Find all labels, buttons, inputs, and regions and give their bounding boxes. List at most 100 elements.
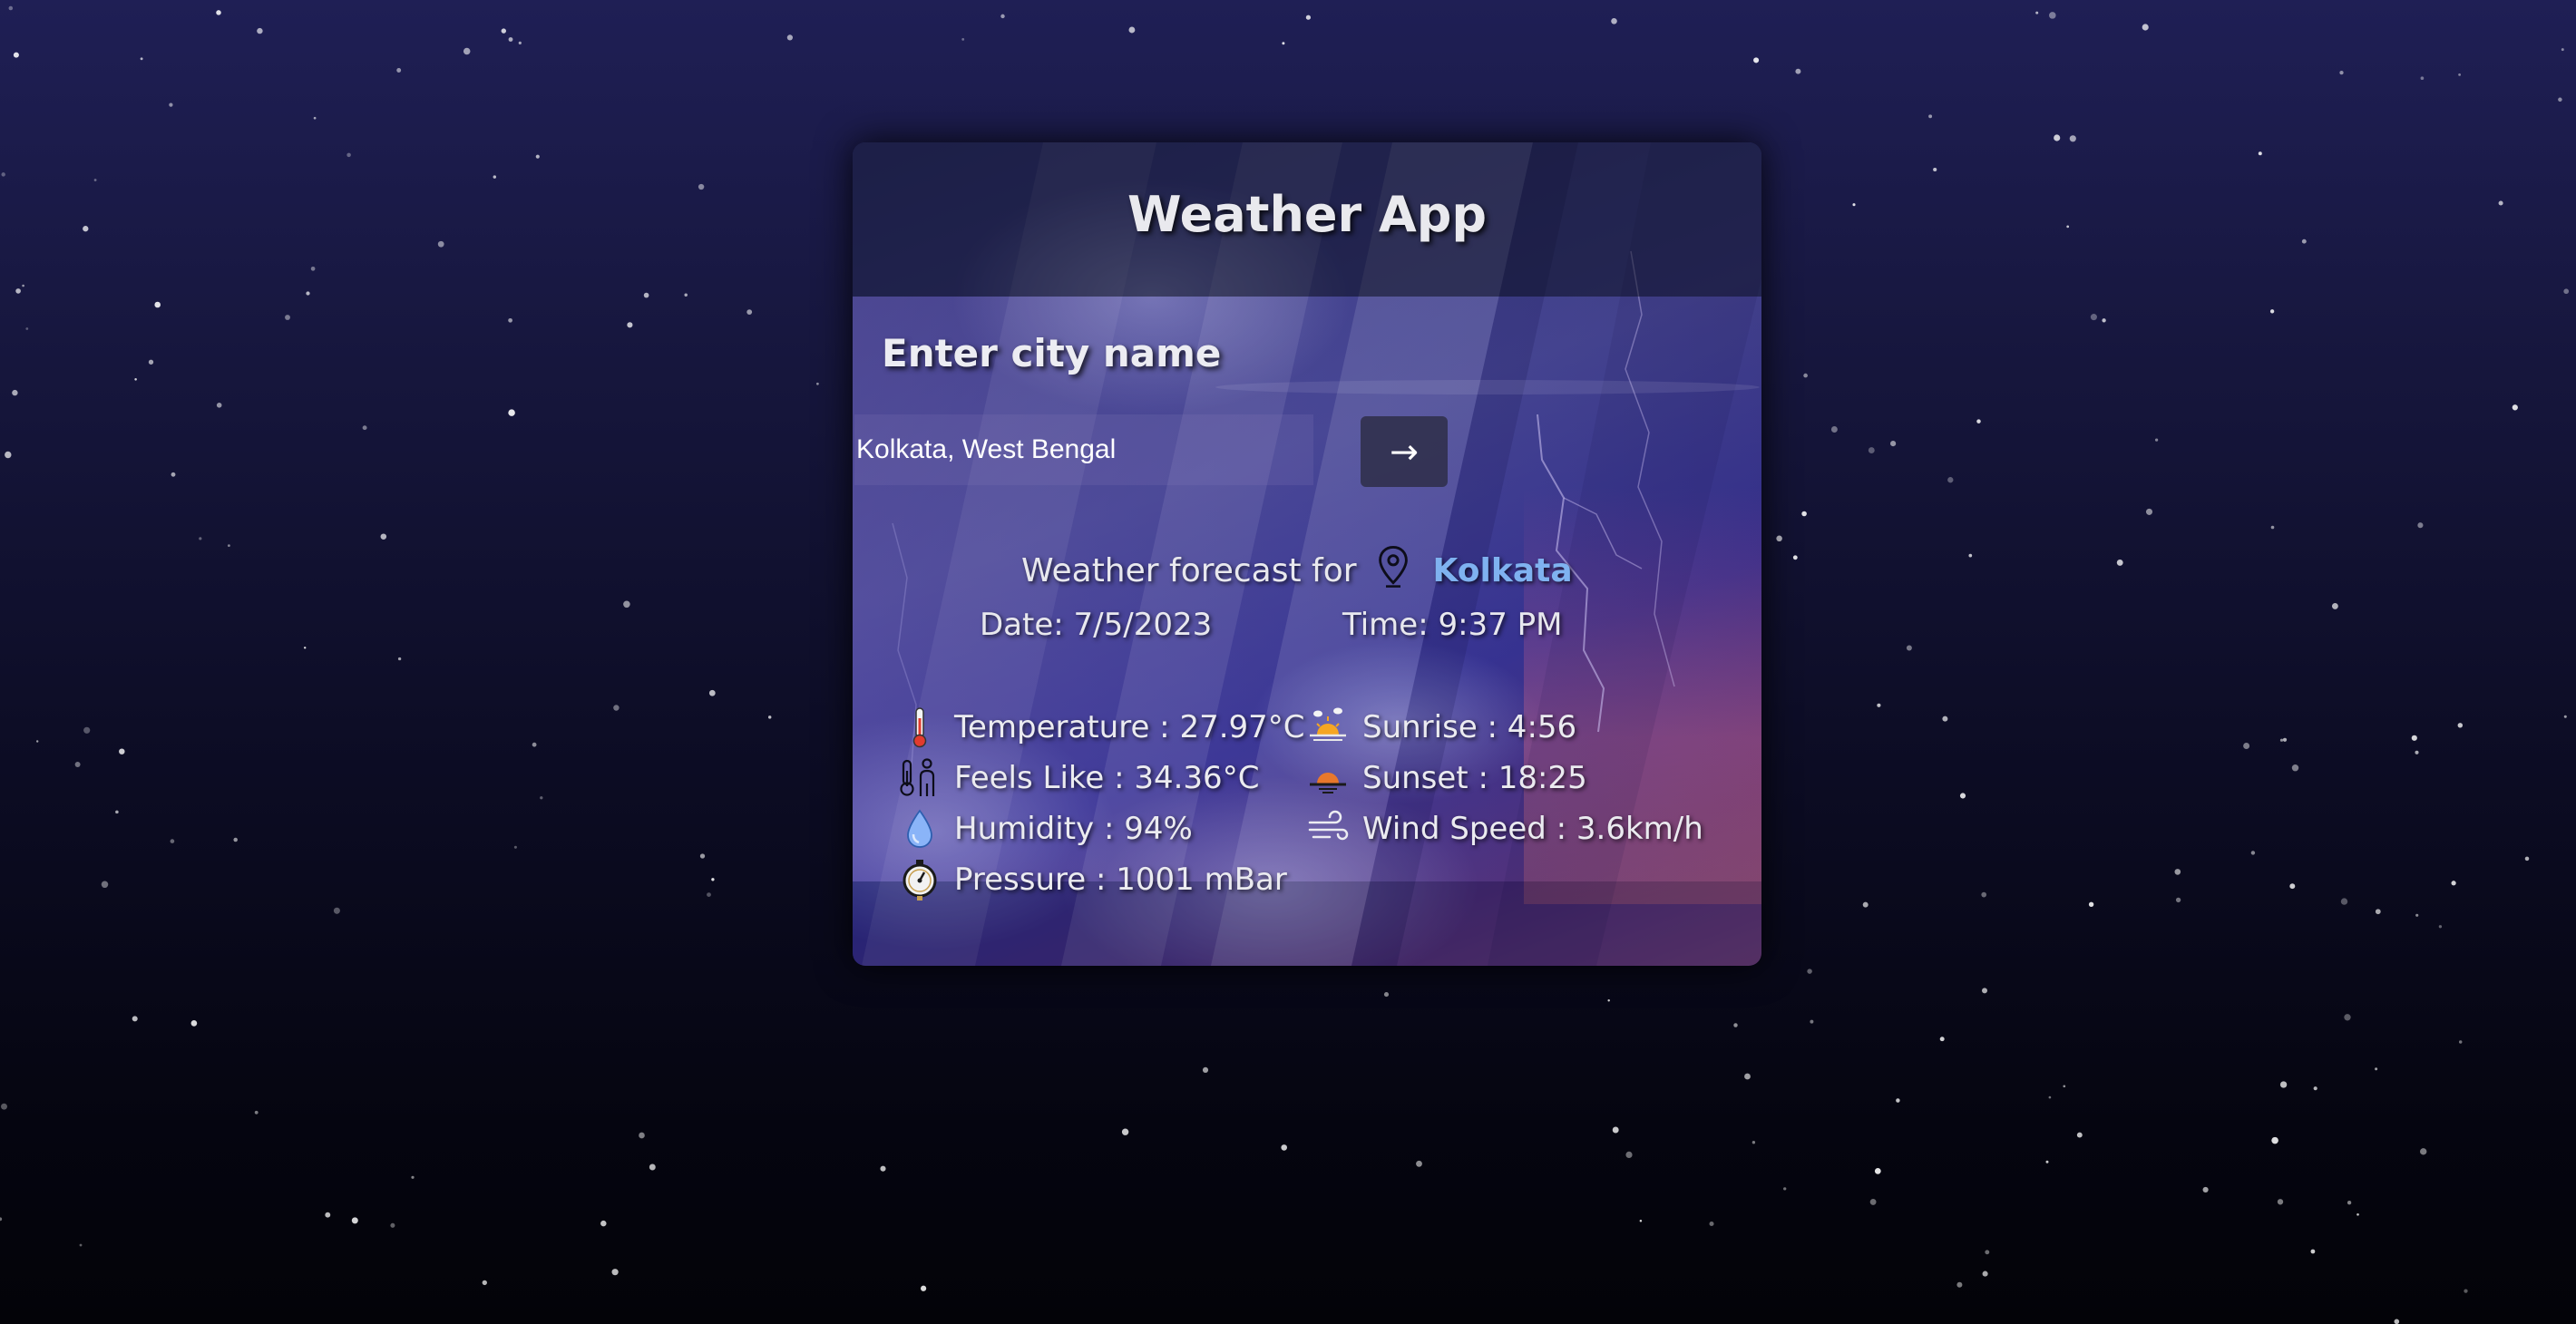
star: [2155, 438, 2159, 442]
star: [132, 1016, 138, 1022]
star: [2420, 76, 2425, 81]
star: [649, 1163, 656, 1171]
star: [310, 266, 316, 271]
temperature-text: Temperature : 27.97°C: [954, 709, 1305, 745]
star: [437, 240, 444, 248]
thermometer-icon: [912, 707, 927, 748]
star: [134, 378, 137, 381]
star: [254, 1110, 259, 1115]
star: [119, 748, 125, 754]
star: [508, 317, 512, 323]
star: [2250, 851, 2256, 855]
star: [501, 28, 506, 34]
forecast-city-name: Kolkata: [1432, 551, 1573, 589]
star: [2561, 48, 2564, 52]
star: [1807, 969, 1812, 974]
star: [2331, 602, 2338, 609]
star: [880, 1165, 886, 1172]
star: [2066, 225, 2070, 229]
star: [2291, 764, 2299, 772]
star: [627, 322, 633, 328]
star: [1956, 1281, 1963, 1288]
star: [285, 315, 290, 320]
star: [2417, 522, 2424, 529]
star: [961, 37, 965, 41]
star: [1830, 426, 1838, 433]
star: [1985, 1250, 1990, 1255]
star: [93, 179, 97, 181]
star: [2458, 1040, 2463, 1044]
star: [2558, 97, 2562, 102]
star: [2451, 881, 2456, 886]
star: [2498, 200, 2503, 206]
star: [2269, 309, 2275, 314]
sunset-icon: [1310, 773, 1346, 793]
star: [1776, 535, 1782, 542]
star: [1000, 14, 1005, 19]
star: [2563, 715, 2567, 718]
humidity-stat: Humidity : 94%: [898, 806, 1193, 852]
star: [2102, 318, 2106, 323]
star: [1383, 992, 1390, 998]
star: [169, 102, 173, 107]
wind-speed-stat: Wind Speed : 3.6km/h: [1306, 806, 1703, 852]
star: [2035, 11, 2039, 15]
star: [1639, 1220, 1643, 1222]
search-submit-button[interactable]: →: [1361, 416, 1448, 487]
star: [2277, 1199, 2284, 1205]
city-input-label: Enter city name: [882, 331, 1222, 375]
star: [351, 1217, 358, 1224]
wind-icon: [1308, 810, 1349, 841]
temperature-stat: Temperature : 27.97°C: [898, 705, 1305, 750]
star: [535, 154, 540, 159]
star: [1801, 511, 1807, 517]
star: [2438, 925, 2443, 929]
star: [708, 689, 716, 696]
star: [2279, 738, 2284, 742]
star: [2049, 12, 2056, 19]
star: [611, 1269, 619, 1276]
star: [2289, 883, 2296, 890]
star: [1128, 26, 1136, 34]
star: [1906, 645, 1912, 651]
star: [170, 839, 175, 843]
star: [216, 10, 221, 15]
sunset-text: Sunset : 18:25: [1362, 760, 1587, 796]
star: [8, 5, 14, 11]
star: [1, 172, 5, 177]
star: [0, 1217, 3, 1222]
star: [463, 47, 471, 55]
star: [15, 288, 21, 294]
star: [600, 1220, 607, 1227]
star: [313, 116, 317, 120]
weather-card: Weather App Enter city name → Weather fo…: [853, 142, 1761, 966]
location-pin-icon: [1378, 545, 1408, 588]
star: [12, 389, 18, 396]
star: [1625, 1151, 1633, 1158]
star: [1607, 999, 1610, 1002]
star: [1981, 891, 1987, 898]
star: [2512, 404, 2518, 411]
star: [2142, 24, 2149, 31]
star: [1612, 1126, 1619, 1134]
star: [1810, 1019, 1814, 1024]
star: [2458, 73, 2462, 76]
city-input[interactable]: [854, 414, 1313, 485]
star: [199, 537, 202, 540]
star: [13, 52, 19, 58]
star: [115, 810, 119, 814]
star: [1305, 15, 1312, 20]
star: [171, 472, 176, 477]
star: [2313, 1086, 2317, 1091]
star: [1928, 114, 1933, 119]
star: [2310, 1249, 2316, 1254]
star: [1874, 1168, 1881, 1174]
star: [518, 41, 522, 45]
star: [1795, 68, 1801, 74]
star: [540, 796, 543, 800]
star: [613, 705, 620, 711]
sunrise-stat: Sunrise : 4:56: [1306, 705, 1576, 750]
star: [1, 1103, 7, 1110]
star: [1416, 1160, 1422, 1167]
star: [2069, 135, 2076, 142]
